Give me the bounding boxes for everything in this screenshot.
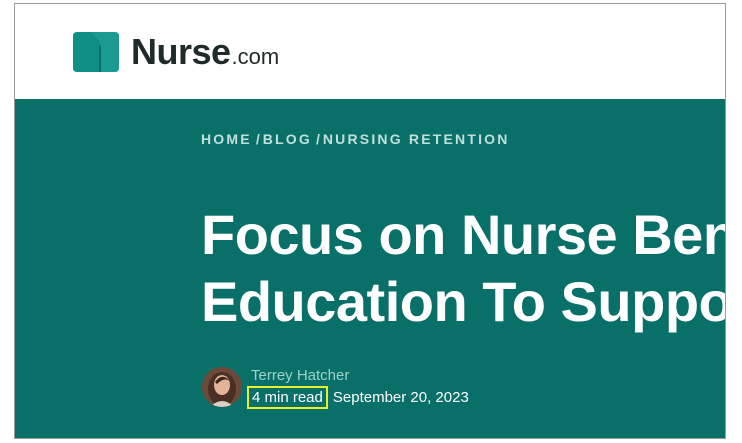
article-hero: HOME / BLOG / NURSING RETENTION Focus on… [15, 99, 726, 438]
author-name-link[interactable]: Terrey Hatcher [251, 367, 349, 384]
breadcrumb: HOME / BLOG / NURSING RETENTION [201, 131, 510, 147]
site-logo[interactable]: Nurse .com [73, 31, 279, 73]
page-title: Focus on Nurse Bene Education To Suppor [201, 201, 726, 335]
title-line-1: Focus on Nurse Bene [201, 203, 726, 266]
title-line-2: Education To Suppor [201, 270, 726, 333]
breadcrumb-nursing-retention[interactable]: NURSING RETENTION [323, 131, 510, 147]
nurse-logo-icon [73, 32, 119, 72]
read-time: 4 min read [247, 386, 328, 409]
logo-tld: .com [231, 44, 280, 69]
author-photo-icon [202, 367, 242, 407]
publish-date: September 20, 2023 [332, 389, 469, 406]
logo-wordmark: Nurse [131, 31, 231, 72]
browser-viewport: Nurse .com HOME / BLOG / NURSING RETENTI… [14, 3, 726, 439]
breadcrumb-home[interactable]: HOME [201, 131, 252, 147]
breadcrumb-blog[interactable]: BLOG [263, 131, 312, 147]
breadcrumb-separator: / [255, 131, 260, 147]
author-avatar [202, 367, 242, 407]
article-meta: 4 min read September 20, 2023 [247, 386, 469, 409]
breadcrumb-separator: / [315, 131, 320, 147]
site-header: Nurse .com [15, 4, 725, 99]
